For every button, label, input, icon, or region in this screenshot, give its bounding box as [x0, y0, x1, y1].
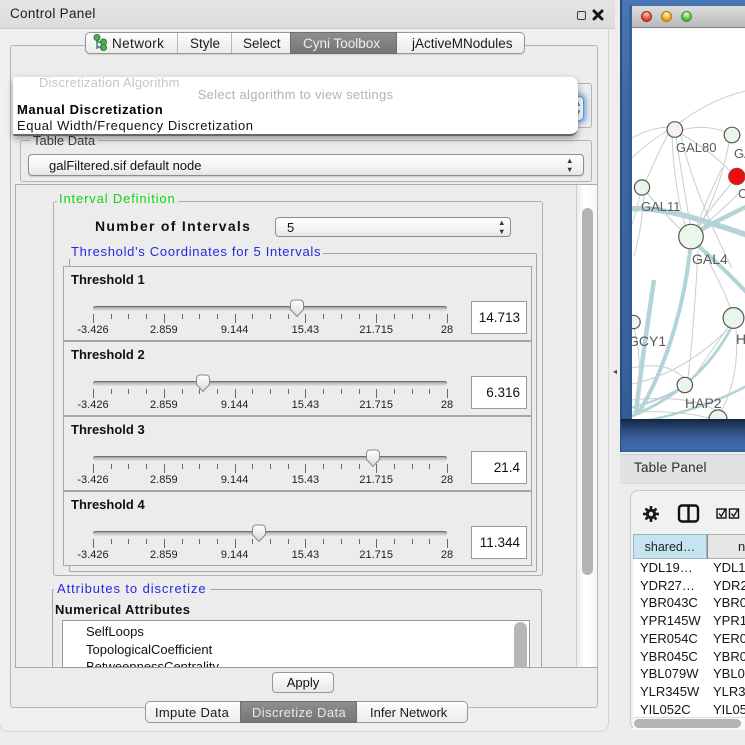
- svg-text:H: H: [736, 331, 745, 347]
- svg-text:GAL11: GAL11: [641, 199, 681, 214]
- svg-text:GA: GA: [734, 146, 745, 161]
- svg-text:GAL4: GAL4: [692, 251, 728, 267]
- svg-text:C: C: [738, 186, 745, 201]
- svg-text:GCY1: GCY1: [632, 333, 666, 349]
- svg-text:GAL80: GAL80: [676, 140, 716, 155]
- svg-text:HAP2: HAP2: [685, 395, 722, 411]
